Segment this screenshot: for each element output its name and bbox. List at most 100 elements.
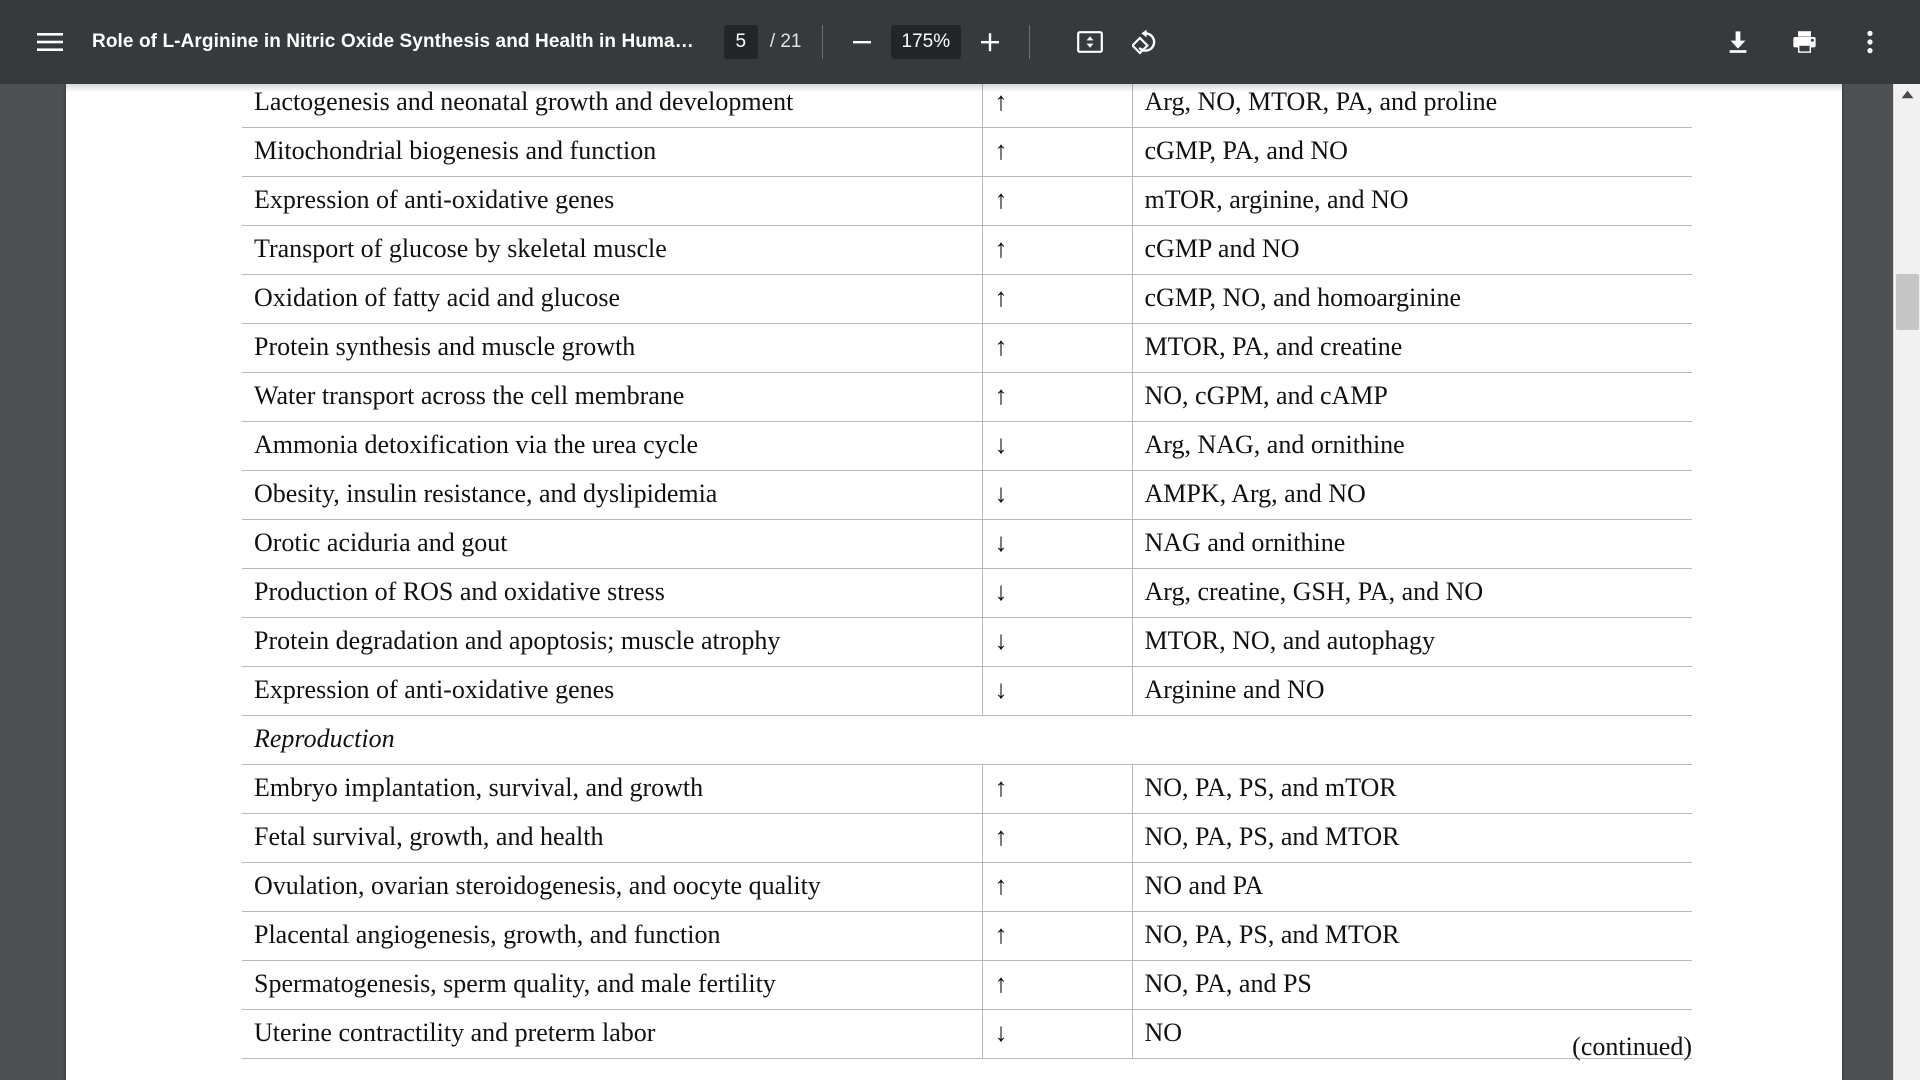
table-row: Transport of glucose by skeletal muscle ↑… (242, 225, 1692, 275)
download-icon[interactable] (1716, 20, 1760, 64)
direction-cell: ↑ (981, 372, 1133, 422)
mediators-cell: NO and PA (1132, 862, 1692, 912)
function-cell: Protein synthesis and muscle growth (242, 323, 982, 373)
direction-cell: ↑ (981, 813, 1133, 863)
mediators-cell: NO, cGPM, and cAMP (1132, 372, 1692, 422)
direction-cell: ↓ (981, 617, 1133, 667)
toolbar-divider-1 (821, 25, 823, 59)
function-cell: Transport of glucose by skeletal muscle (242, 225, 982, 275)
table-row: Embryo implantation, survival, and growt… (242, 764, 1692, 814)
function-cell: Expression of anti-oxidative genes (242, 666, 982, 716)
function-cell: Orotic aciduria and gout (242, 519, 982, 569)
mediators-cell: NO, PA, and PS (1132, 960, 1692, 1010)
table-row: Protein synthesis and muscle growth ↑ MTOR… (242, 323, 1692, 373)
table-row: Oxidation of fatty acid and glucose ↑ cGMP… (242, 274, 1692, 324)
direction-cell: ↓ (981, 666, 1133, 716)
pdf-page: Lactogenesis and neonatal growth and dev… (66, 84, 1842, 1080)
zoom-in-button[interactable] (971, 23, 1009, 61)
toolbar-divider-2 (1029, 25, 1031, 59)
mediators-cell: Arg, NO, MTOR, PA, and proline (1132, 84, 1692, 128)
fit-to-page-icon[interactable] (1068, 20, 1112, 64)
document-title: Role of L-Arginine in Nitric Oxide Synth… (92, 31, 694, 52)
direction-cell: ↑ (981, 862, 1133, 912)
direction-cell: ↓ (981, 421, 1133, 471)
direction-cell: ↑ (981, 225, 1133, 275)
mediators-cell: cGMP and NO (1132, 225, 1692, 275)
table-row: Expression of anti-oxidative genes ↑ mTOR,… (242, 176, 1692, 226)
direction-cell: ↑ (981, 274, 1133, 324)
direction-cell: ↑ (981, 911, 1133, 961)
caret-up-icon[interactable] (1894, 84, 1920, 104)
section-direction-cell (982, 715, 1132, 765)
table-section-row: Reproduction (242, 715, 1692, 765)
function-cell: Ammonia detoxification via the urea cycl… (242, 421, 982, 471)
direction-cell: ↑ (981, 764, 1133, 814)
mediators-cell: AMPK, Arg, and NO (1132, 470, 1692, 520)
function-cell: Placental angiogenesis, growth, and func… (242, 911, 982, 961)
function-cell: Protein degradation and apoptosis; muscl… (242, 617, 982, 667)
function-cell: Water transport across the cell membrane (242, 372, 982, 422)
function-cell: Fetal survival, growth, and health (242, 813, 982, 863)
table-row: Ammonia detoxification via the urea cycl… (242, 421, 1692, 471)
hamburger-menu-icon[interactable] (28, 20, 72, 64)
zoom-level-value[interactable]: 175% (890, 25, 962, 59)
section-mediators-cell (1132, 715, 1692, 765)
table-row: Lactogenesis and neonatal growth and dev… (242, 84, 1692, 128)
function-cell: Lactogenesis and neonatal growth and dev… (242, 84, 982, 128)
mediators-cell: NAG and ornithine (1132, 519, 1692, 569)
function-cell: Obesity, insulin resistance, and dyslipi… (242, 470, 982, 520)
direction-cell: ↑ (981, 176, 1133, 226)
table-row: Mitochondrial biogenesis and function ↑ cG… (242, 127, 1692, 177)
toolbar-right-actions (1716, 20, 1896, 64)
direction-cell: ↑ (981, 323, 1133, 373)
function-cell: Expression of anti-oxidative genes (242, 176, 982, 226)
table-row: Production of ROS and oxidative stress ↓ A… (242, 568, 1692, 618)
table-row: Expression of anti-oxidative genes ↓ Argin… (242, 666, 1692, 716)
mediators-cell: NO, PA, PS, and MTOR (1132, 813, 1692, 863)
function-cell: Embryo implantation, survival, and growt… (242, 764, 982, 814)
page-number-input[interactable]: 5 (723, 25, 758, 59)
pdf-toolbar: Role of L-Arginine in Nitric Oxide Synth… (0, 0, 1920, 84)
direction-cell: ↑ (981, 127, 1133, 177)
more-vertical-icon[interactable] (1848, 20, 1892, 64)
table-row: Orotic aciduria and gout ↓ NAG and ornithi… (242, 519, 1692, 569)
function-cell: Mitochondrial biogenesis and function (242, 127, 982, 177)
mediators-cell: Arg, creatine, GSH, PA, and NO (1132, 568, 1692, 618)
page-indicator: 5 / 21 (723, 25, 802, 59)
function-cell: Oxidation of fatty acid and glucose (242, 274, 982, 324)
table-row: Ovulation, ovarian steroidogenesis, and … (242, 862, 1692, 912)
mediators-cell: NO, PA, PS, and mTOR (1132, 764, 1692, 814)
mediators-cell: mTOR, arginine, and NO (1132, 176, 1692, 226)
direction-cell: ↓ (981, 568, 1133, 618)
continued-note: (continued) (1572, 1032, 1692, 1061)
direction-cell: ↑ (981, 84, 1133, 128)
function-cell: Ovulation, ovarian steroidogenesis, and … (242, 862, 982, 912)
table-row: Placental angiogenesis, growth, and func… (242, 911, 1692, 961)
table-row: Water transport across the cell membrane… (242, 372, 1692, 422)
functions-table: Lactogenesis and neonatal growth and dev… (242, 84, 1692, 1059)
zoom-out-button[interactable] (843, 23, 881, 61)
mediators-cell: MTOR, PA, and creatine (1132, 323, 1692, 373)
scrollbar-thumb[interactable] (1896, 274, 1919, 330)
mediators-cell: MTOR, NO, and autophagy (1132, 617, 1692, 667)
mediators-cell: Arginine and NO (1132, 666, 1692, 716)
page-total-label: / 21 (769, 31, 802, 52)
table-row: Fetal survival, growth, and health ↑ NO, P… (242, 813, 1692, 863)
print-icon[interactable] (1782, 20, 1826, 64)
section-heading: Reproduction (242, 715, 982, 765)
pdf-viewer[interactable]: Lactogenesis and neonatal growth and dev… (0, 84, 1920, 1080)
table-row: Spermatogenesis, sperm quality, and male… (242, 960, 1692, 1010)
mediators-cell: cGMP, NO, and homoarginine (1132, 274, 1692, 324)
direction-cell: ↑ (981, 960, 1133, 1010)
function-cell: Production of ROS and oxidative stress (242, 568, 982, 618)
rotate-counterclockwise-icon[interactable] (1124, 20, 1168, 64)
direction-cell: ↓ (981, 519, 1133, 569)
mediators-cell: cGMP, PA, and NO (1132, 127, 1692, 177)
mediators-cell: Arg, NAG, and ornithine (1132, 421, 1692, 471)
vertical-scrollbar[interactable] (1893, 84, 1920, 1080)
table-row: Protein degradation and apoptosis; muscl… (242, 617, 1692, 667)
zoom-controls: 175% (843, 23, 1010, 61)
function-cell: Spermatogenesis, sperm quality, and male… (242, 960, 982, 1010)
mediators-cell: NO, PA, PS, and MTOR (1132, 911, 1692, 961)
table-row: Obesity, insulin resistance, and dyslipi… (242, 470, 1692, 520)
